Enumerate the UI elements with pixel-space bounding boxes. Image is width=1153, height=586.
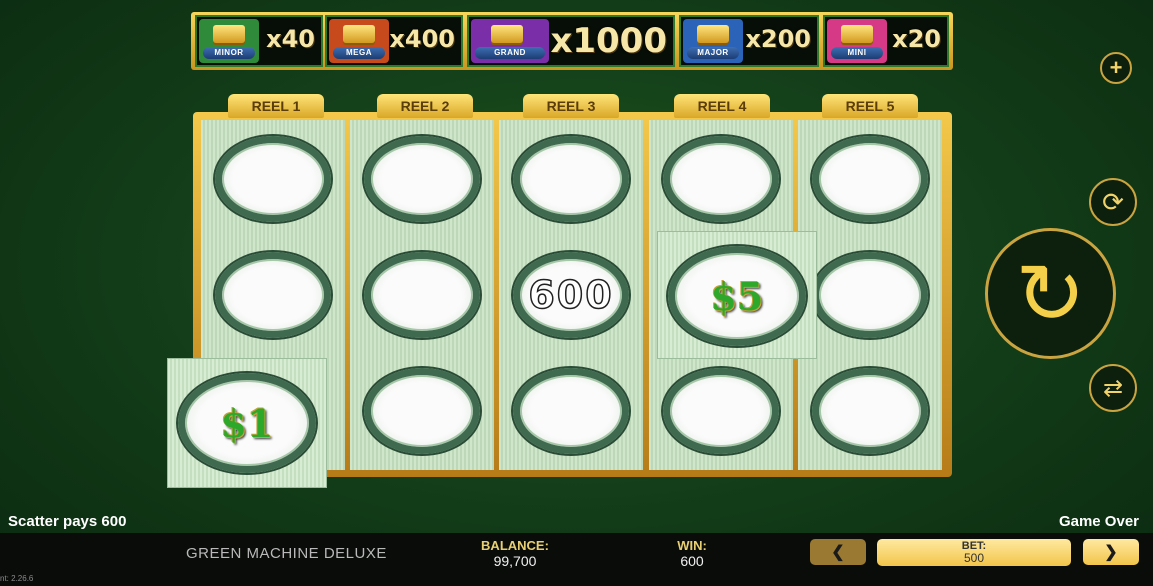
jackpot-minor-multiplier: x40 [266,25,315,53]
reel-cell [354,124,490,234]
scatter-value: 600 [528,272,614,318]
jackpot-strip: MINOR x40 MEGA x400 GRAND x1000 MAJOR x2… [191,12,953,70]
reel-cell [205,240,341,350]
jackpot-mini: MINI x20 [823,15,949,67]
reel-5 [798,120,942,470]
jackpot-grand-name: GRAND [475,47,545,59]
jackpot-minor-name: MINOR [203,47,255,59]
empty-oval [663,136,779,222]
win-display: WIN: 600 [652,538,732,569]
prize-value-reel-1: $1 [220,400,274,446]
game-state: Game Over [1058,513,1139,530]
jackpot-mega-multiplier: x400 [389,25,455,53]
jackpot-mega: MEGA x400 [325,15,463,67]
chevron-right-icon: ❯ [1104,544,1118,561]
balance-value: 99,700 [493,553,537,569]
quick-spin-icon: ⇄ [1102,374,1124,402]
reel-label-5: REEL 5 [822,94,918,118]
status-message: Scatter pays 600 [8,513,127,530]
autoplay-button[interactable]: ⟳ [1089,178,1137,226]
reel-cell [653,356,789,466]
reel-cell [802,356,938,466]
prize-oval: $1 [178,373,316,473]
grand-gold-bar-icon: GRAND [471,19,549,63]
plus-icon: + [1109,55,1123,80]
jackpot-major-name: MAJOR [687,47,739,59]
empty-oval [215,252,331,338]
jackpot-grand: GRAND x1000 [467,15,675,67]
reel-label-2: REEL 2 [377,94,473,118]
reel-label-1: REEL 1 [228,94,324,118]
reel-cell [802,240,938,350]
reel-cell [205,124,341,234]
win-label: WIN: [677,538,707,553]
minor-gold-bar-icon: MINOR [199,19,259,63]
empty-oval [513,368,629,454]
reel-3: 600 [499,120,643,470]
reel-cell [503,356,639,466]
reel-cell [653,124,789,234]
reel-cell [354,356,490,466]
empty-oval [812,252,928,338]
empty-oval [513,136,629,222]
prize-oval: $5 [668,246,806,346]
plus-button[interactable]: + [1100,52,1132,84]
prize-value-reel-4: $5 [710,273,764,319]
prize-symbol-reel-4: $5 [657,231,817,359]
jackpot-mega-name: MEGA [333,47,385,59]
prize-symbol-reel-1: $1 [167,358,327,488]
reel-cell: 600 [503,240,639,350]
empty-oval [364,252,480,338]
jackpot-major-multiplier: x200 [745,25,811,53]
jackpot-mini-multiplier: x20 [892,25,941,53]
empty-oval [364,368,480,454]
quick-spin-button[interactable]: ⇄ [1089,364,1137,412]
empty-oval [364,136,480,222]
bet-increase-button[interactable]: ❯ [1083,539,1139,565]
bet-decrease-button[interactable]: ❮ [810,539,866,565]
autoplay-icon: ⟳ [1102,186,1124,217]
balance-label: BALANCE: [481,538,549,553]
reel-2 [350,120,494,470]
mega-gold-bar-icon: MEGA [329,19,389,63]
empty-oval [812,368,928,454]
reel-cell [503,124,639,234]
win-value: 600 [680,553,704,569]
major-gold-bar-icon: MAJOR [683,19,743,63]
bottom-bar: GREEN MACHINE DELUXE BALANCE: 99,700 WIN… [0,533,1153,586]
spin-button[interactable]: ↻ [985,228,1116,359]
version-text: nt: 2.26.6 [0,574,34,583]
jackpot-minor: MINOR x40 [195,15,323,67]
chevron-left-icon: ❮ [831,544,845,561]
scatter-oval: 600 [513,252,629,338]
empty-oval [663,368,779,454]
empty-oval [812,136,928,222]
reel-label-3: REEL 3 [523,94,619,118]
reel-cell [354,240,490,350]
empty-oval [215,136,331,222]
reel-cell [802,124,938,234]
reel-label-4: REEL 4 [674,94,770,118]
jackpot-mini-name: MINI [831,47,883,59]
bet-value: 500 [963,551,985,565]
jackpot-grand-multiplier: x1000 [550,21,667,61]
game-title: GREEN MACHINE DELUXE [186,545,387,562]
bet-display[interactable]: BET: 500 [877,539,1071,566]
spin-icon: ↻ [1015,246,1086,341]
balance-display: BALANCE: 99,700 [470,538,560,569]
mini-gold-bar-icon: MINI [827,19,887,63]
jackpot-major: MAJOR x200 [679,15,819,67]
